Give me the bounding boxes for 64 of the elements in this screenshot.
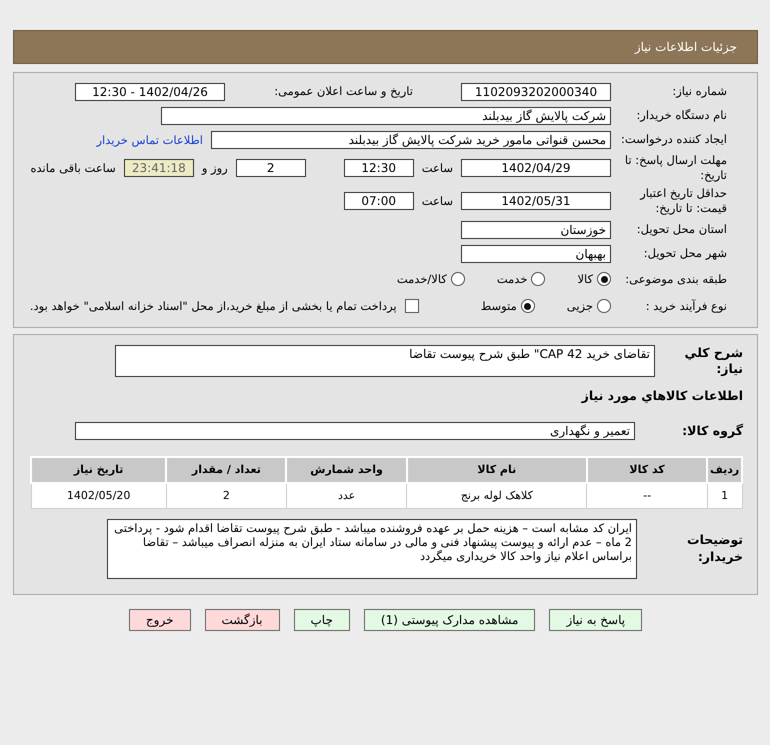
field-label: توضیحات خریدار: [686, 532, 743, 565]
field-label: نام دستگاه خریدار: [635, 108, 727, 123]
radio-button[interactable] [597, 272, 611, 286]
province-field: خوزستان [461, 220, 611, 238]
table-cell: کلاهک لوله برنج [406, 482, 587, 508]
field-label: گروه كالا: [681, 422, 743, 440]
action-button[interactable]: پاسخ به نیاز [549, 608, 642, 630]
field-label: نوع فرآیند خرید : [644, 298, 727, 314]
column-header: تعداد / مقدار [166, 456, 286, 482]
radio-option[interactable]: جزیی [566, 299, 611, 313]
time-label: ساعت [422, 194, 453, 208]
column-header: ردیف [707, 456, 742, 482]
buyer-contact-link[interactable]: اطلاعات تماس خریدار [96, 132, 203, 146]
remaining-label: ساعت باقی مانده [30, 161, 116, 175]
field-label: شرح كلي نياز: [684, 345, 743, 378]
checkbox[interactable] [404, 299, 419, 313]
section-title: اطلاعات كالاهاي مورد نياز [580, 388, 743, 404]
description-field: تقاضای خرید CAP 42" طبق شرح پیوست تقاضا [115, 345, 655, 378]
table-cell: 2 [166, 482, 286, 508]
days-field: 2 [236, 159, 306, 177]
column-header: کد کالا [586, 456, 708, 482]
need-number-field: 1102093202000340 [461, 82, 611, 100]
action-button[interactable]: خروج [128, 608, 190, 630]
table-cell: 1402/05/20 [31, 482, 166, 508]
city-field: بهبهان [461, 244, 611, 262]
days-label: روز و [202, 161, 228, 175]
goods-group-field: تعمیر و نگهداری [75, 422, 635, 440]
field-label: ایجاد کننده درخواست: [620, 132, 727, 147]
validity-time-field: 07:00 [344, 192, 414, 210]
radio-button[interactable] [531, 272, 546, 286]
buyer-org-field: شرکت پالایش گاز بیدبلند [161, 106, 611, 124]
remaining-time-field: 23:41:18 [124, 159, 194, 177]
radio-button[interactable] [597, 299, 611, 313]
field-label: استان محل تحویل: [636, 222, 727, 237]
action-button[interactable]: مشاهده مدارک پیوستی (1) [364, 608, 536, 630]
radio-button[interactable] [520, 299, 535, 313]
field-label: تاریخ و ساعت اعلان عمومی: [273, 84, 413, 99]
table-cell: 1 [707, 482, 742, 508]
time-label: ساعت [422, 161, 453, 175]
radio-option[interactable]: خدمت [496, 272, 546, 286]
column-header: واحد شمارش [286, 456, 407, 482]
table-cell: عدد [286, 482, 407, 508]
requester-field: محسن قنواتی مامور خرید شرکت پالایش گاز بیدبلند [211, 130, 611, 148]
field-label: شماره نیاز: [671, 84, 727, 99]
column-header: تاریخ نیاز [31, 456, 166, 482]
radio-option[interactable]: متوسط [480, 299, 535, 313]
field-label: شهر محل تحویل: [642, 246, 727, 261]
column-header: نام کالا [406, 456, 587, 482]
radio-button[interactable] [450, 272, 465, 286]
page-title: جزئیات اطلاعات نیاز [634, 40, 737, 54]
table-cell: -- [586, 482, 708, 508]
reply-date-field: 1402/04/29 [461, 159, 611, 177]
radio-option[interactable]: کالا [577, 272, 611, 286]
reply-time-field: 12:30 [344, 159, 414, 177]
field-label: طبقه بندی موضوعی: [624, 272, 727, 286]
field-label: مهلت ارسال پاسخ: تا تاریخ: [624, 153, 727, 183]
radio-option[interactable]: کالا/خدمت [396, 272, 465, 286]
validity-date-field: 1402/05/31 [461, 192, 611, 210]
buyer-notes-field: ایران کد مشابه است – هزینه حمل بر عهده فروشنده میباشد - طبق شرح پیوست تقاضا اقدام شود - پرداختی 2 ماه – عدم ارائه و پیوست پیشنهاد فنی و مالی در سامانه ستاد ایران به منزله انصراف میباشد – تقاضا براساس اعلام نیاز واحد کالا خریداری میگردد [107, 518, 637, 578]
action-button[interactable]: بازگشت [204, 608, 280, 630]
payment-note: پرداخت تمام یا بخشی از مبلغ خرید،از محل "اسناد خزانه اسلامی" خواهد بود. [30, 299, 397, 313]
field-label: حداقل تاریخ اعتبار قیمت: تا تاریخ: [638, 186, 727, 216]
action-button[interactable]: چاپ [294, 608, 350, 630]
announce-date-field: 1402/04/26 - 12:30 [75, 82, 225, 100]
